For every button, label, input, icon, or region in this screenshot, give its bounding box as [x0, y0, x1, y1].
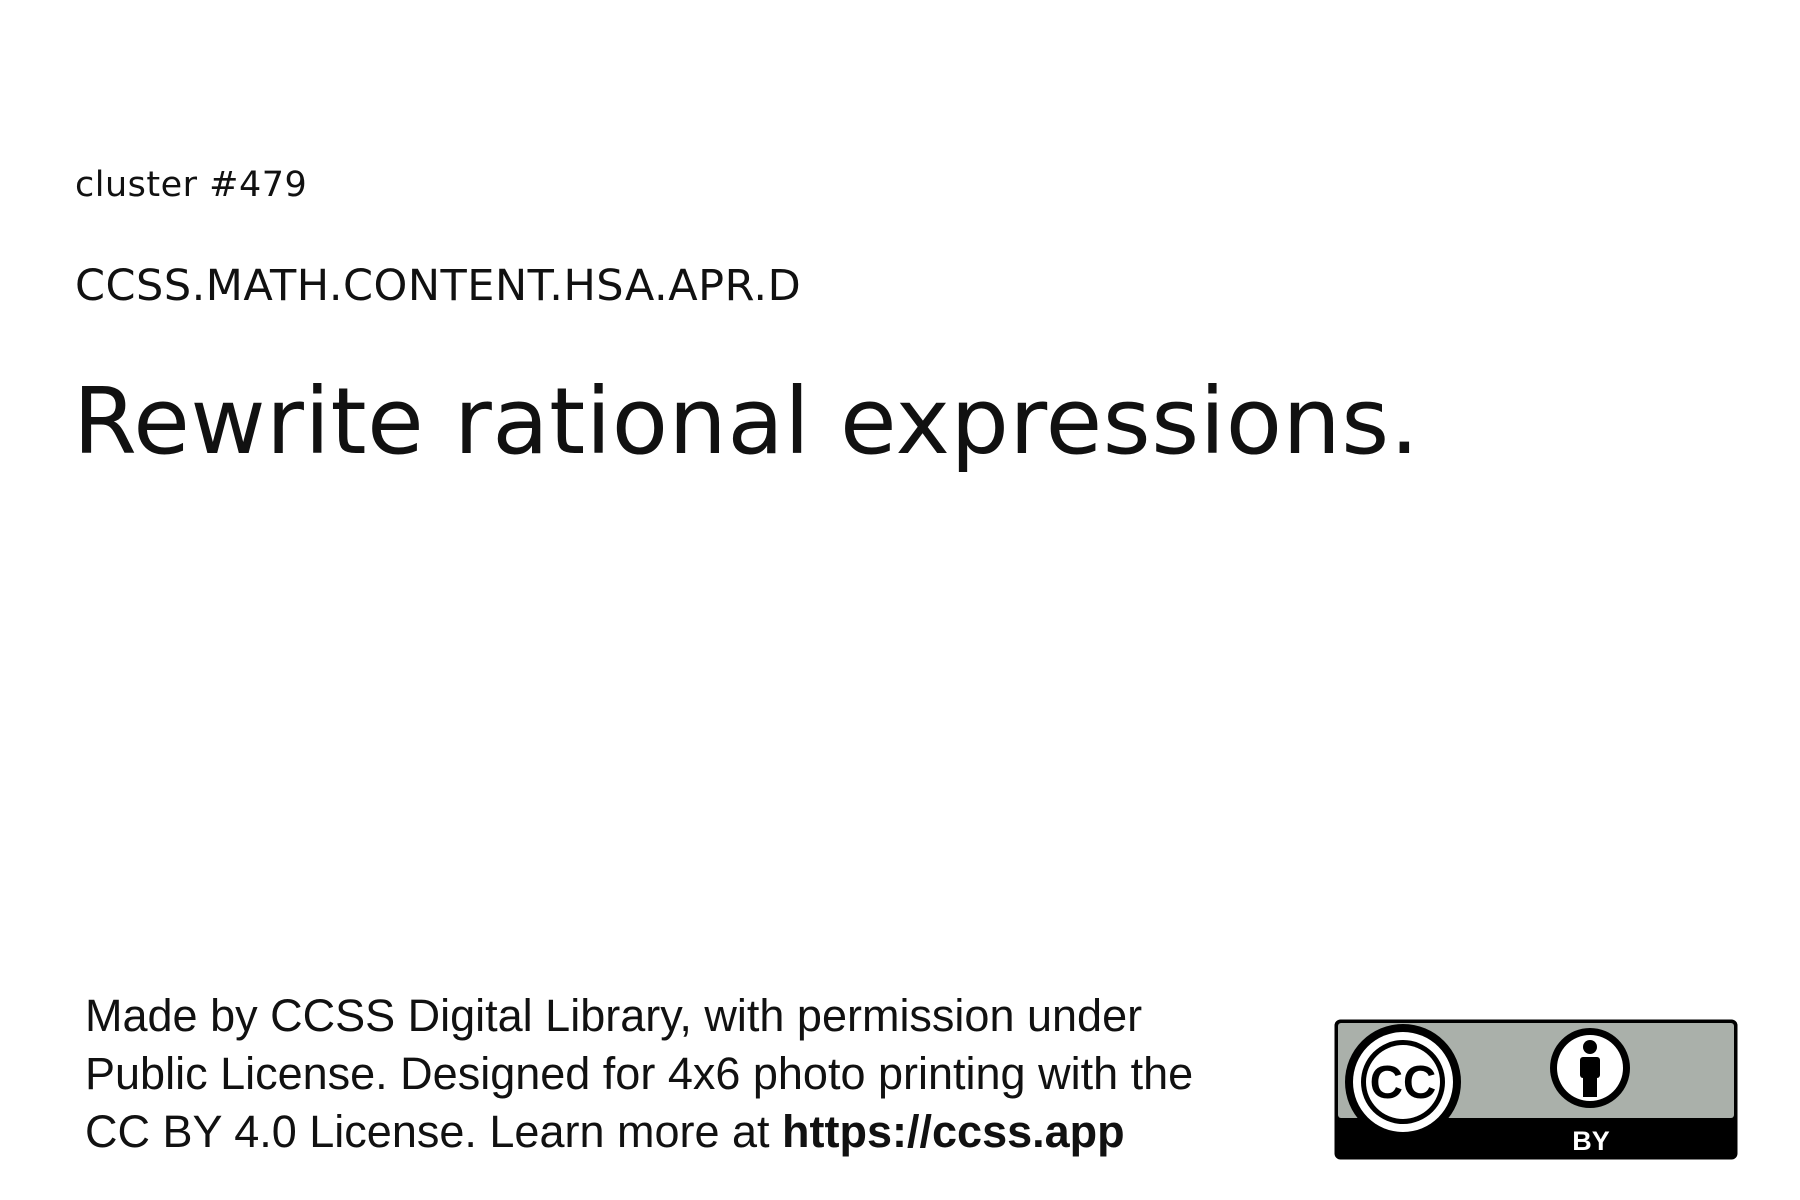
ccss-app-link[interactable]: https://ccss.app — [782, 1106, 1125, 1157]
footer-line-3-prefix: CC BY 4.0 License. Learn more at — [85, 1106, 783, 1157]
attribution-person-icon — [1550, 1028, 1630, 1108]
footer-line-1: Made by CCSS Digital Library, with permi… — [85, 990, 1143, 1041]
page-title: Rewrite rational expressions. — [73, 368, 1420, 475]
by-text: BY — [1572, 1126, 1610, 1156]
cluster-label: cluster #479 — [75, 165, 308, 205]
footer-line-2: Public License. Designed for 4x6 photo p… — [85, 1048, 1194, 1099]
cc-circle-icon: CC — [1345, 1024, 1461, 1140]
cc-text: CC — [1370, 1056, 1436, 1108]
standard-code: CCSS.MATH.CONTENT.HSA.APR.D — [75, 261, 802, 311]
cc-by-license-icon: CC BY — [1334, 1019, 1738, 1160]
footer-attribution: Made by CCSS Digital Library, with permi… — [85, 987, 1355, 1161]
footer-line-3: CC BY 4.0 License. Learn more at https:/… — [85, 1103, 1355, 1161]
